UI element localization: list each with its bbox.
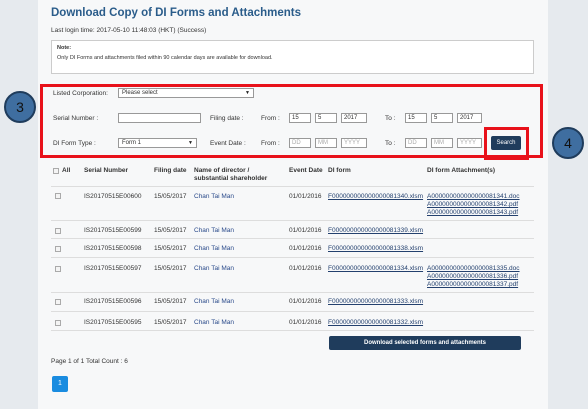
event-date-cell: 01/01/2016: [289, 227, 322, 234]
event-date-cell: 01/01/2016: [289, 319, 322, 326]
pagination-info: Page 1 of 1 Total Count : 6: [51, 358, 128, 365]
header-all: All: [62, 167, 71, 174]
download-selected-button[interactable]: Download selected forms and attachments: [329, 336, 521, 350]
serial-number-cell: IS20170515E00595: [84, 319, 142, 326]
filing-from-month-input[interactable]: 5: [315, 113, 337, 123]
note-label: Note:: [57, 45, 72, 51]
header-divider: [51, 186, 534, 187]
director-name-cell: Chan Tai Man: [194, 265, 234, 272]
di-form-link[interactable]: F000000000000000081340.xlsm: [328, 193, 423, 200]
row-divider: [51, 220, 534, 221]
event-from-month-input[interactable]: MM: [315, 138, 337, 148]
di-form-type-value: Form 1: [122, 140, 142, 146]
serial-number-input[interactable]: [118, 113, 201, 123]
filing-to-month-input[interactable]: 5: [431, 113, 453, 123]
filing-date-cell: 15/05/2017: [154, 298, 187, 305]
di-form-type-label: DI Form Type :: [53, 140, 96, 147]
header-filing-date: Filing date: [154, 167, 187, 174]
filing-from-day-input[interactable]: 15: [289, 113, 311, 123]
event-from-label: From :: [261, 140, 280, 147]
page-title: Download Copy of DI Forms and Attachment…: [51, 7, 302, 19]
row-checkbox[interactable]: [55, 228, 61, 234]
serial-number-cell: IS20170515E00598: [84, 245, 142, 252]
header-serial-number: Serial Number: [84, 167, 129, 174]
director-name-cell: Chan Tai Man: [194, 245, 234, 252]
attachment-link[interactable]: A000000000000000081341.doc: [427, 193, 520, 200]
header-event-date: Event Date: [289, 167, 323, 174]
event-from-year-input[interactable]: YYYY: [341, 138, 367, 148]
dropdown-arrow-icon: ▼: [245, 90, 250, 96]
filing-to-label: To :: [385, 115, 396, 122]
event-date-cell: 01/01/2016: [289, 193, 322, 200]
attachment-link[interactable]: A000000000000000081343.pdf: [427, 209, 518, 216]
header-director-name: Name of director / substantial sharehold…: [194, 167, 268, 182]
row-checkbox[interactable]: [55, 193, 61, 199]
row-divider: [51, 330, 534, 331]
event-to-month-input[interactable]: MM: [431, 138, 453, 148]
event-date-cell: 01/01/2016: [289, 245, 322, 252]
note-text: Only DI Forms and attachments filed with…: [57, 55, 273, 61]
main-panel: Download Copy of DI Forms and Attachment…: [38, 0, 548, 409]
filing-to-year-input[interactable]: 2017: [457, 113, 482, 123]
row-divider: [51, 257, 534, 258]
serial-number-cell: IS20170515E00597: [84, 265, 142, 272]
page-1-button[interactable]: 1: [52, 376, 68, 392]
row-checkbox[interactable]: [55, 299, 61, 305]
header-di-form: DI form: [328, 167, 351, 174]
event-date-cell: 01/01/2016: [289, 265, 322, 272]
event-date-cell: 01/01/2016: [289, 298, 322, 305]
filing-to-day-input[interactable]: 15: [405, 113, 427, 123]
filing-date-cell: 15/05/2017: [154, 319, 187, 326]
filing-date-cell: 15/05/2017: [154, 227, 187, 234]
di-form-link[interactable]: F000000000000000081333.xlsm: [328, 298, 423, 305]
di-form-link[interactable]: F000000000000000081332.xlsm: [328, 319, 423, 326]
serial-number-label: Serial Number :: [53, 115, 99, 122]
attachment-link[interactable]: A000000000000000081335.doc: [427, 265, 520, 272]
di-form-link[interactable]: F000000000000000081338.xlsm: [328, 245, 423, 252]
callout-3-badge: 3: [4, 91, 36, 123]
row-checkbox[interactable]: [55, 246, 61, 252]
note-box: Note: Only DI Forms and attachments file…: [51, 40, 534, 74]
last-login-text: Last login time: 2017-05-10 11:48:03 (HK…: [51, 27, 207, 34]
serial-number-cell: IS20170515E00600: [84, 193, 142, 200]
event-from-day-input[interactable]: DD: [289, 138, 311, 148]
filing-date-cell: 15/05/2017: [154, 193, 187, 200]
select-all-checkbox[interactable]: [53, 168, 59, 174]
serial-number-cell: IS20170515E00596: [84, 298, 142, 305]
director-name-cell: Chan Tai Man: [194, 227, 234, 234]
event-to-year-input[interactable]: YYYY: [457, 138, 482, 148]
listed-corporation-value: Please select: [122, 90, 158, 96]
director-name-cell: Chan Tai Man: [194, 298, 234, 305]
callout-4-badge: 4: [552, 127, 584, 159]
serial-number-cell: IS20170515E00599: [84, 227, 142, 234]
director-name-cell: Chan Tai Man: [194, 319, 234, 326]
filing-from-year-input[interactable]: 2017: [341, 113, 367, 123]
attachment-link[interactable]: A000000000000000081337.pdf: [427, 281, 518, 288]
search-button[interactable]: Search: [491, 136, 521, 150]
row-divider: [51, 292, 534, 293]
row-divider: [51, 311, 534, 312]
row-checkbox[interactable]: [55, 320, 61, 326]
event-to-day-input[interactable]: DD: [405, 138, 427, 148]
filing-date-label: Filing date :: [210, 115, 244, 122]
row-checkbox[interactable]: [55, 266, 61, 272]
event-to-label: To :: [385, 140, 396, 147]
di-form-type-select[interactable]: Form 1 ▼: [118, 138, 197, 148]
attachment-link[interactable]: A000000000000000081336.pdf: [427, 273, 518, 280]
header-attachments: DI form Attachment(s): [427, 167, 496, 174]
dropdown-arrow-icon: ▼: [188, 140, 193, 146]
attachment-link[interactable]: A000000000000000081342.pdf: [427, 201, 518, 208]
filing-from-label: From :: [261, 115, 280, 122]
listed-corporation-label: Listed Corporation:: [53, 90, 108, 97]
di-form-link[interactable]: F000000000000000081334.xlsm: [328, 265, 423, 272]
filing-date-cell: 15/05/2017: [154, 265, 187, 272]
di-form-link[interactable]: F000000000000000081339.xlsm: [328, 227, 423, 234]
row-divider: [51, 238, 534, 239]
director-name-cell: Chan Tai Man: [194, 193, 234, 200]
listed-corporation-select[interactable]: Please select ▼: [118, 88, 254, 98]
filing-date-cell: 15/05/2017: [154, 245, 187, 252]
event-date-label: Event Date :: [210, 140, 246, 147]
